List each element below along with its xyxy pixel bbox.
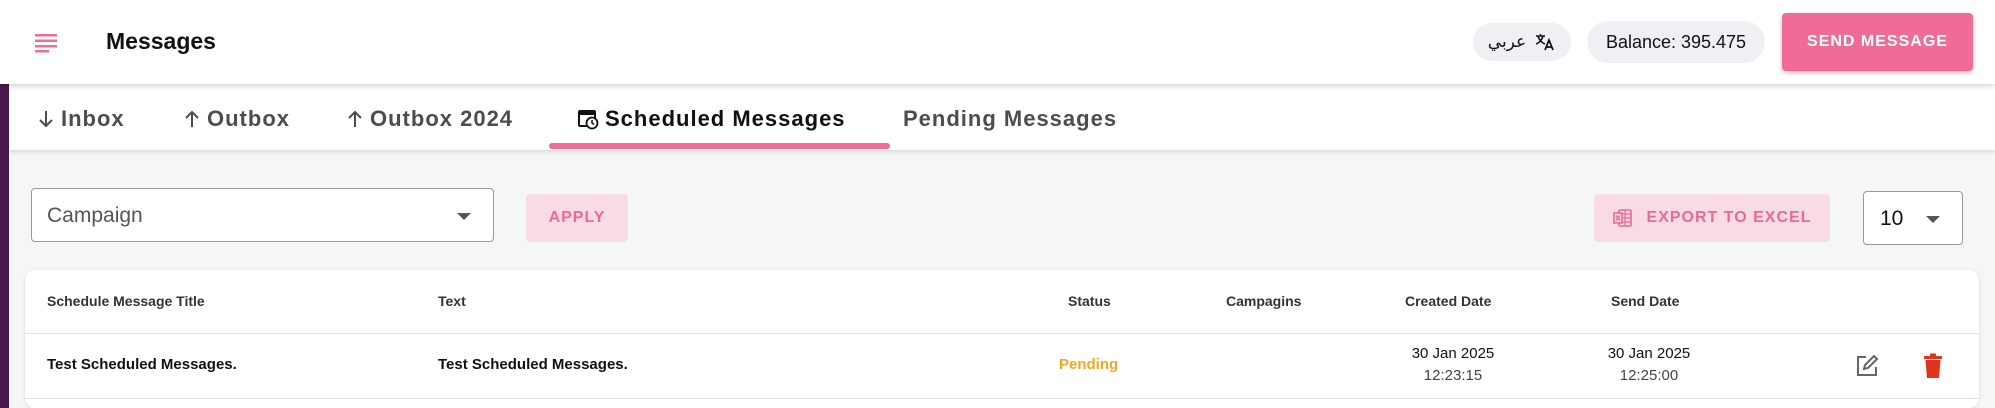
- send-time: 12:25:00: [1619, 367, 1679, 384]
- export-to-excel-button[interactable]: EXPORT TO EXCEL: [1594, 194, 1830, 242]
- column-header-campaigns: Campagins: [1226, 293, 1302, 309]
- column-header-status: Status: [1068, 293, 1111, 309]
- tab-label: Outbox 2024: [370, 106, 514, 131]
- sidebar-edge: [0, 84, 9, 408]
- tab-label: Inbox: [61, 106, 125, 131]
- column-header-title: Schedule Message Title: [47, 293, 205, 309]
- tab-inbox[interactable]: Inbox: [37, 104, 125, 134]
- language-toggle-button[interactable]: عربي: [1473, 23, 1571, 61]
- arrow-down-icon: [39, 111, 53, 128]
- tab-outbox-2024[interactable]: Outbox 2024: [346, 104, 513, 134]
- edit-button[interactable]: [1849, 348, 1885, 384]
- row-title: Test Scheduled Messages.: [47, 356, 237, 373]
- apply-button[interactable]: APPLY: [526, 194, 628, 242]
- campaign-select[interactable]: Campaign: [31, 188, 494, 242]
- chevron-down-icon: [1926, 216, 1940, 223]
- created-time: 12:23:15: [1423, 367, 1483, 384]
- excel-icon: [1612, 209, 1632, 227]
- column-header-text: Text: [438, 293, 466, 309]
- edit-icon: [1857, 354, 1879, 376]
- balance-badge: Balance: 395.475: [1587, 21, 1765, 63]
- tab-label: Outbox: [207, 106, 290, 131]
- scheduled-messages-table: Schedule Message Title Text Status Campa…: [25, 270, 1979, 408]
- campaign-placeholder: Campaign: [47, 204, 143, 227]
- page-size-value: 10: [1880, 207, 1904, 230]
- tab-label: Pending Messages: [903, 106, 1118, 131]
- column-header-created-date: Created Date: [1405, 293, 1492, 309]
- arrow-up-icon: [185, 110, 199, 127]
- created-date: 30 Jan 2025: [1411, 345, 1495, 362]
- chevron-down-icon: [457, 213, 471, 220]
- row-text: Test Scheduled Messages.: [438, 356, 628, 373]
- trash-icon: [1924, 353, 1942, 378]
- column-header-send-date: Send Date: [1611, 293, 1680, 309]
- export-label: EXPORT TO EXCEL: [1646, 209, 1812, 226]
- send-message-button[interactable]: SEND MESSAGE: [1782, 13, 1973, 71]
- tab-scheduled-messages[interactable]: Scheduled Messages: [577, 104, 846, 134]
- top-app-bar: Messages عربي Balance: 395.475 SEND MESS…: [0, 0, 1995, 84]
- tab-pending-messages[interactable]: Pending Messages: [903, 104, 1117, 134]
- status-badge: Pending: [1059, 356, 1119, 373]
- row-created-date: 30 Jan 2025 12:23:15: [1403, 343, 1503, 387]
- tabs-bar: Inbox Outbox Outbox 2024 Scheduled Messa…: [9, 84, 1995, 150]
- delete-button[interactable]: [1915, 348, 1951, 384]
- language-label: عربي: [1487, 32, 1527, 51]
- page-size-select[interactable]: 10: [1863, 191, 1963, 245]
- menu-lines-icon: [35, 34, 57, 53]
- send-date: 30 Jan 2025: [1607, 345, 1691, 362]
- tab-label: Scheduled Messages: [605, 106, 846, 131]
- tab-outbox[interactable]: Outbox: [183, 104, 290, 134]
- scheduled-calendar-icon: [578, 110, 599, 130]
- table-row: Test Scheduled Messages. Test Scheduled …: [25, 334, 1979, 398]
- row-divider: [25, 398, 1979, 399]
- arrow-up-icon: [348, 110, 362, 127]
- translate-icon: [1535, 34, 1555, 51]
- active-tab-indicator: [549, 143, 890, 149]
- page-title: Messages: [106, 28, 216, 54]
- menu-button[interactable]: [28, 26, 64, 58]
- row-send-date: 30 Jan 2025 12:25:00: [1599, 343, 1699, 387]
